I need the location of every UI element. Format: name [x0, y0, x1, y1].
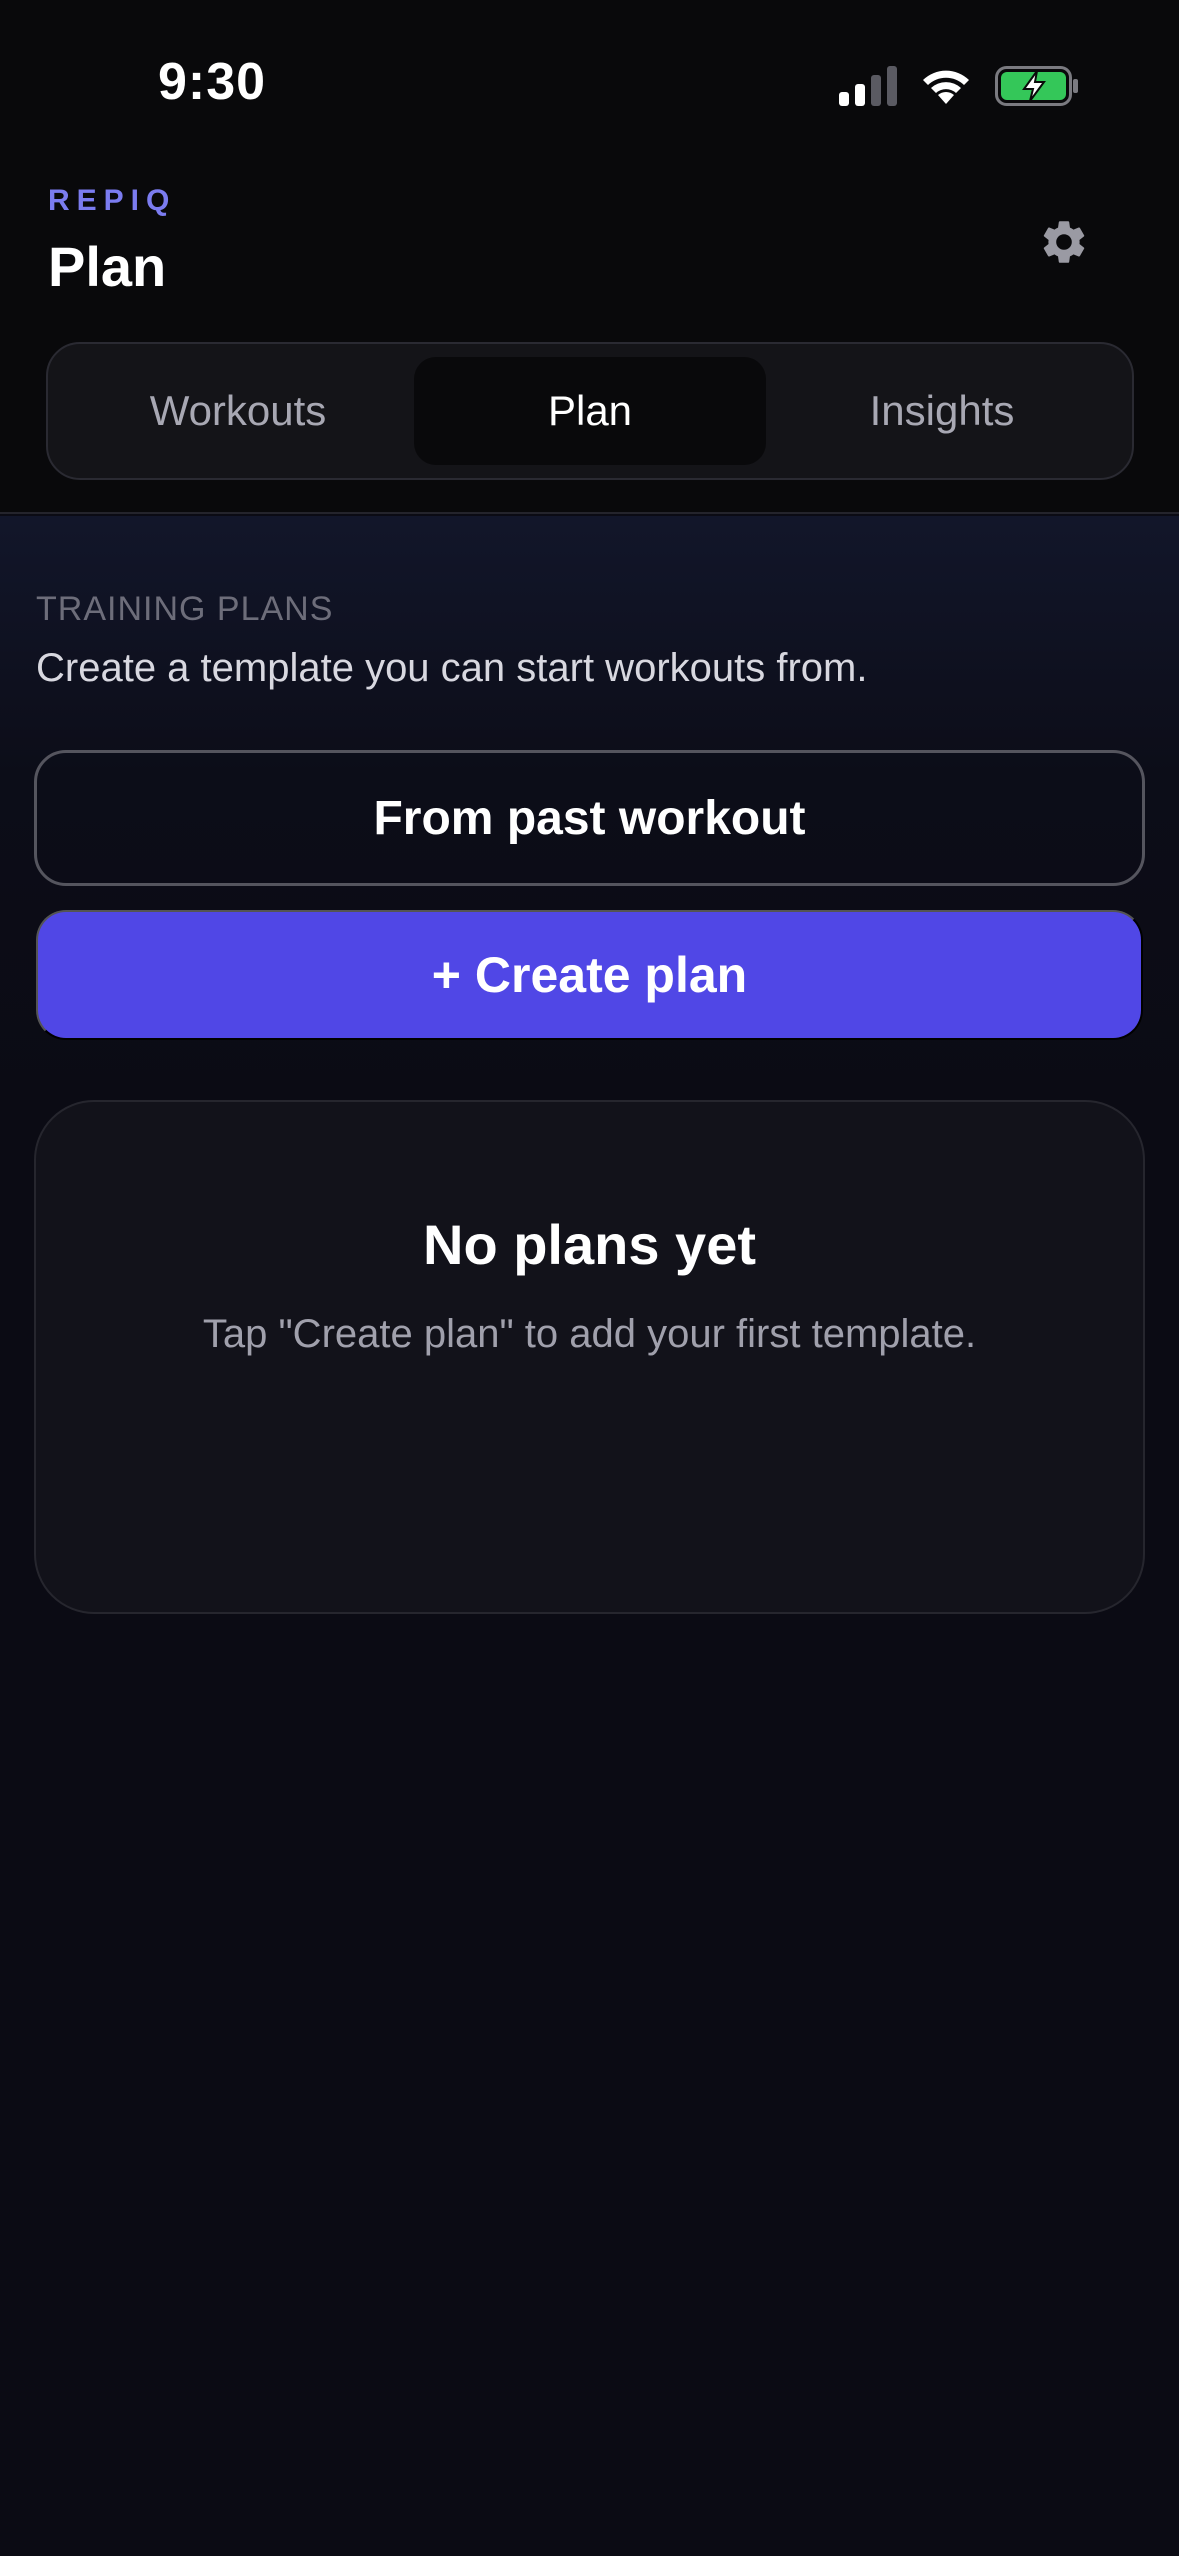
- gear-icon: [1038, 216, 1090, 273]
- empty-state-title: No plans yet: [423, 1213, 756, 1276]
- header: 9:30 REPIQ Plan Workouts Plan Insights: [0, 0, 1179, 514]
- create-plan-button[interactable]: + Create plan: [36, 910, 1143, 1040]
- signal-icon: [839, 66, 897, 111]
- page-title: Plan: [48, 235, 167, 298]
- tab-workouts[interactable]: Workouts: [62, 357, 414, 465]
- brand-label: REPIQ: [48, 184, 177, 217]
- main-content: TRAINING PLANS Create a template you can…: [0, 516, 1179, 2556]
- app-screen: 9:30 REPIQ Plan Workouts Plan Insights T…: [0, 0, 1179, 2556]
- empty-state-description: Tap "Create plan" to add your first temp…: [202, 1312, 977, 1356]
- from-past-workout-button[interactable]: From past workout: [34, 750, 1145, 886]
- tab-plan[interactable]: Plan: [414, 357, 766, 465]
- section-label: TRAINING PLANS: [36, 590, 334, 628]
- status-icons: [839, 66, 1079, 111]
- tab-insights[interactable]: Insights: [766, 357, 1118, 465]
- section-description: Create a template you can start workouts…: [36, 646, 868, 690]
- settings-button[interactable]: [1036, 216, 1092, 272]
- segmented-tabs: Workouts Plan Insights: [46, 342, 1134, 480]
- wifi-icon: [919, 66, 973, 111]
- status-time: 9:30: [158, 53, 267, 111]
- empty-state-card: [34, 1100, 1145, 1614]
- battery-charging-icon: [995, 66, 1079, 111]
